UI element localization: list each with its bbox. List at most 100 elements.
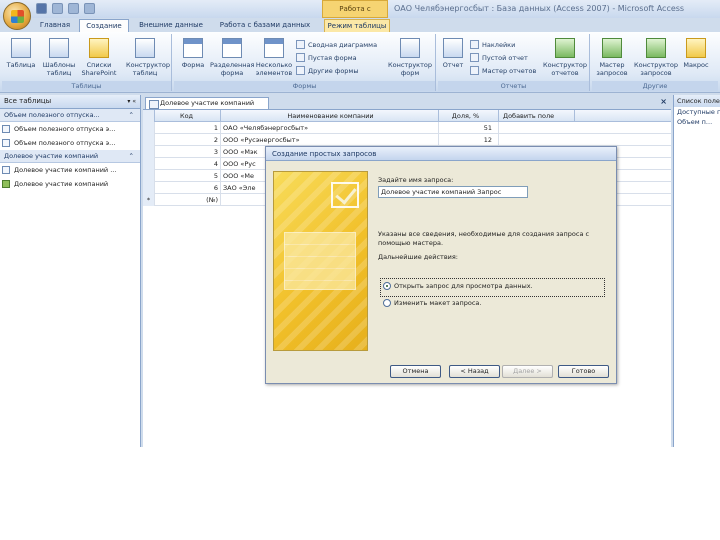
form-button[interactable]: Форма [174, 38, 212, 69]
nav-group-title: Объем полезного отпуска... [4, 111, 100, 119]
cell-id[interactable]: 5 [155, 170, 221, 182]
report-button[interactable]: Отчет [438, 38, 468, 69]
new-record-id[interactable]: (№) [155, 194, 221, 206]
table-templates-icon [49, 38, 69, 58]
more-forms-icon [296, 66, 305, 75]
save-icon[interactable] [36, 3, 47, 14]
split-form-button[interactable]: Разделенная форма [210, 38, 254, 77]
cell-id[interactable]: 3 [155, 146, 221, 158]
close-document-icon[interactable]: × [660, 97, 667, 106]
form-icon [2, 180, 10, 188]
ribbon: Таблица Шаблоны таблиц Списки SharePoint… [0, 32, 720, 93]
nav-group-header[interactable]: Долевое участие компаний ⌃ [0, 150, 140, 163]
modify-design-radio[interactable] [383, 299, 391, 307]
multiple-items-icon [264, 38, 284, 58]
sharepoint-lists-button[interactable]: Списки SharePoint [80, 38, 118, 77]
nav-item[interactable]: Долевое участие компаний [0, 177, 140, 191]
customize-qat-icon[interactable] [84, 3, 95, 14]
title-bar: Работа с таблицами ОАО Челябэнергосбыт :… [0, 0, 720, 30]
table-design-icon [135, 38, 155, 58]
nav-item[interactable]: Объем полезного отпуска э... [0, 122, 140, 136]
labels-icon [470, 40, 479, 49]
cell-id[interactable]: 4 [155, 158, 221, 170]
column-header[interactable]: Код [155, 110, 221, 122]
report-design-button[interactable]: Конструктор отчетов [542, 38, 588, 77]
modify-design-label: Изменить макет запроса. [394, 299, 482, 307]
blank-report-button[interactable]: Пустой отчет [470, 53, 528, 62]
row-selector[interactable] [143, 170, 155, 182]
query-name-input[interactable] [378, 186, 528, 198]
column-header[interactable]: Наименование компании [221, 110, 439, 122]
table-button[interactable]: Таблица [2, 38, 40, 69]
tab-create[interactable]: Создание [79, 19, 129, 32]
table-row[interactable]: 1 ОАО «Челябэнергосбыт» 51 [143, 122, 671, 134]
blank-report-icon [470, 53, 479, 62]
add-field-header[interactable]: Добавить поле [499, 110, 575, 122]
row-selector[interactable] [143, 158, 155, 170]
next-action-label: Дальнейшие действия: [378, 253, 458, 261]
macro-button[interactable]: Макрос [678, 38, 714, 69]
undo-icon[interactable] [52, 3, 63, 14]
table-row[interactable]: 2 ООО «Русэнергосбыт» 12 [143, 134, 671, 146]
labels-label: Наклейки [482, 41, 516, 49]
cell-id[interactable]: 6 [155, 182, 221, 194]
document-tab[interactable]: Долевое участие компаний [145, 97, 269, 109]
nav-item[interactable]: Объем полезного отпуска э... [0, 136, 140, 150]
cell-company[interactable]: ООО «Русэнергосбыт» [221, 134, 439, 146]
split-form-icon [222, 38, 242, 58]
query-wizard-button[interactable]: Мастер запросов [592, 38, 632, 77]
info-line-1: Указаны все сведения, необходимые для со… [378, 230, 590, 238]
field-list-item[interactable]: Объем п... [674, 117, 720, 127]
cancel-button[interactable]: Отмена [390, 365, 441, 378]
nav-item[interactable]: Долевое участие компаний ... [0, 163, 140, 177]
labels-button[interactable]: Наклейки [470, 40, 515, 49]
cell-company[interactable]: ОАО «Челябэнергосбыт» [221, 122, 439, 134]
form-design-label: Конструктор форм [388, 61, 432, 77]
table-icon [2, 139, 10, 147]
tab-external-data[interactable]: Внешние данные [136, 19, 206, 32]
multiple-items-button[interactable]: Несколько элементов [252, 38, 296, 77]
report-wizard-button[interactable]: Мастер отчетов [470, 66, 536, 75]
modify-design-option[interactable]: Изменить макет запроса. [383, 299, 481, 307]
open-query-option[interactable]: Открыть запрос для просмотра данных. [383, 282, 533, 290]
office-button[interactable] [3, 2, 31, 30]
more-forms-button[interactable]: Другие формы [296, 66, 358, 75]
grid-header-row: Код Наименование компании Доля, % Добави… [143, 110, 671, 122]
nav-pane-toggle-icon[interactable]: ▾ « [127, 95, 136, 108]
cell-share[interactable]: 51 [439, 122, 499, 134]
form-label: Форма [181, 61, 205, 69]
redo-icon[interactable] [68, 3, 79, 14]
form-design-button[interactable]: Конструктор форм [386, 38, 434, 77]
cell-id[interactable]: 2 [155, 134, 221, 146]
finish-button[interactable]: Готово [558, 365, 609, 378]
chevron-up-icon: ⌃ [128, 111, 134, 119]
pivot-chart-button[interactable]: Сводная диаграмма [296, 40, 377, 49]
report-design-label: Конструктор отчетов [543, 61, 587, 77]
nav-pane-title: Все таблицы [4, 97, 52, 105]
cell-share[interactable]: 12 [439, 134, 499, 146]
select-all-cell[interactable] [143, 110, 155, 122]
nav-group-header[interactable]: Объем полезного отпуска... ⌃ [0, 109, 140, 122]
nav-group-title: Долевое участие компаний [4, 152, 99, 160]
nav-pane-header[interactable]: Все таблицы ▾ « [0, 95, 140, 109]
blank-form-label: Пустая форма [308, 54, 357, 62]
document-tab-bar: Долевое участие компаний × [143, 95, 671, 110]
column-header[interactable]: Доля, % [439, 110, 499, 122]
blank-form-button[interactable]: Пустая форма [296, 53, 357, 62]
slide-background [0, 447, 720, 540]
report-icon [443, 38, 463, 58]
query-design-button[interactable]: Конструктор запросов [634, 38, 678, 77]
tab-database-tools[interactable]: Работа с базами данных [212, 19, 318, 32]
open-query-radio[interactable] [383, 282, 391, 290]
table-templates-button[interactable]: Шаблоны таблиц [40, 38, 78, 77]
row-selector[interactable] [143, 146, 155, 158]
table-design-button[interactable]: Конструктор таблиц [126, 38, 170, 77]
table-icon [2, 166, 10, 174]
cell-id[interactable]: 1 [155, 122, 221, 134]
tab-datasheet[interactable]: Режим таблицы [324, 19, 390, 32]
tab-home[interactable]: Главная [37, 19, 73, 32]
row-selector[interactable] [143, 134, 155, 146]
back-button[interactable]: < Назад [449, 365, 500, 378]
row-selector[interactable] [143, 122, 155, 134]
row-selector[interactable] [143, 182, 155, 194]
